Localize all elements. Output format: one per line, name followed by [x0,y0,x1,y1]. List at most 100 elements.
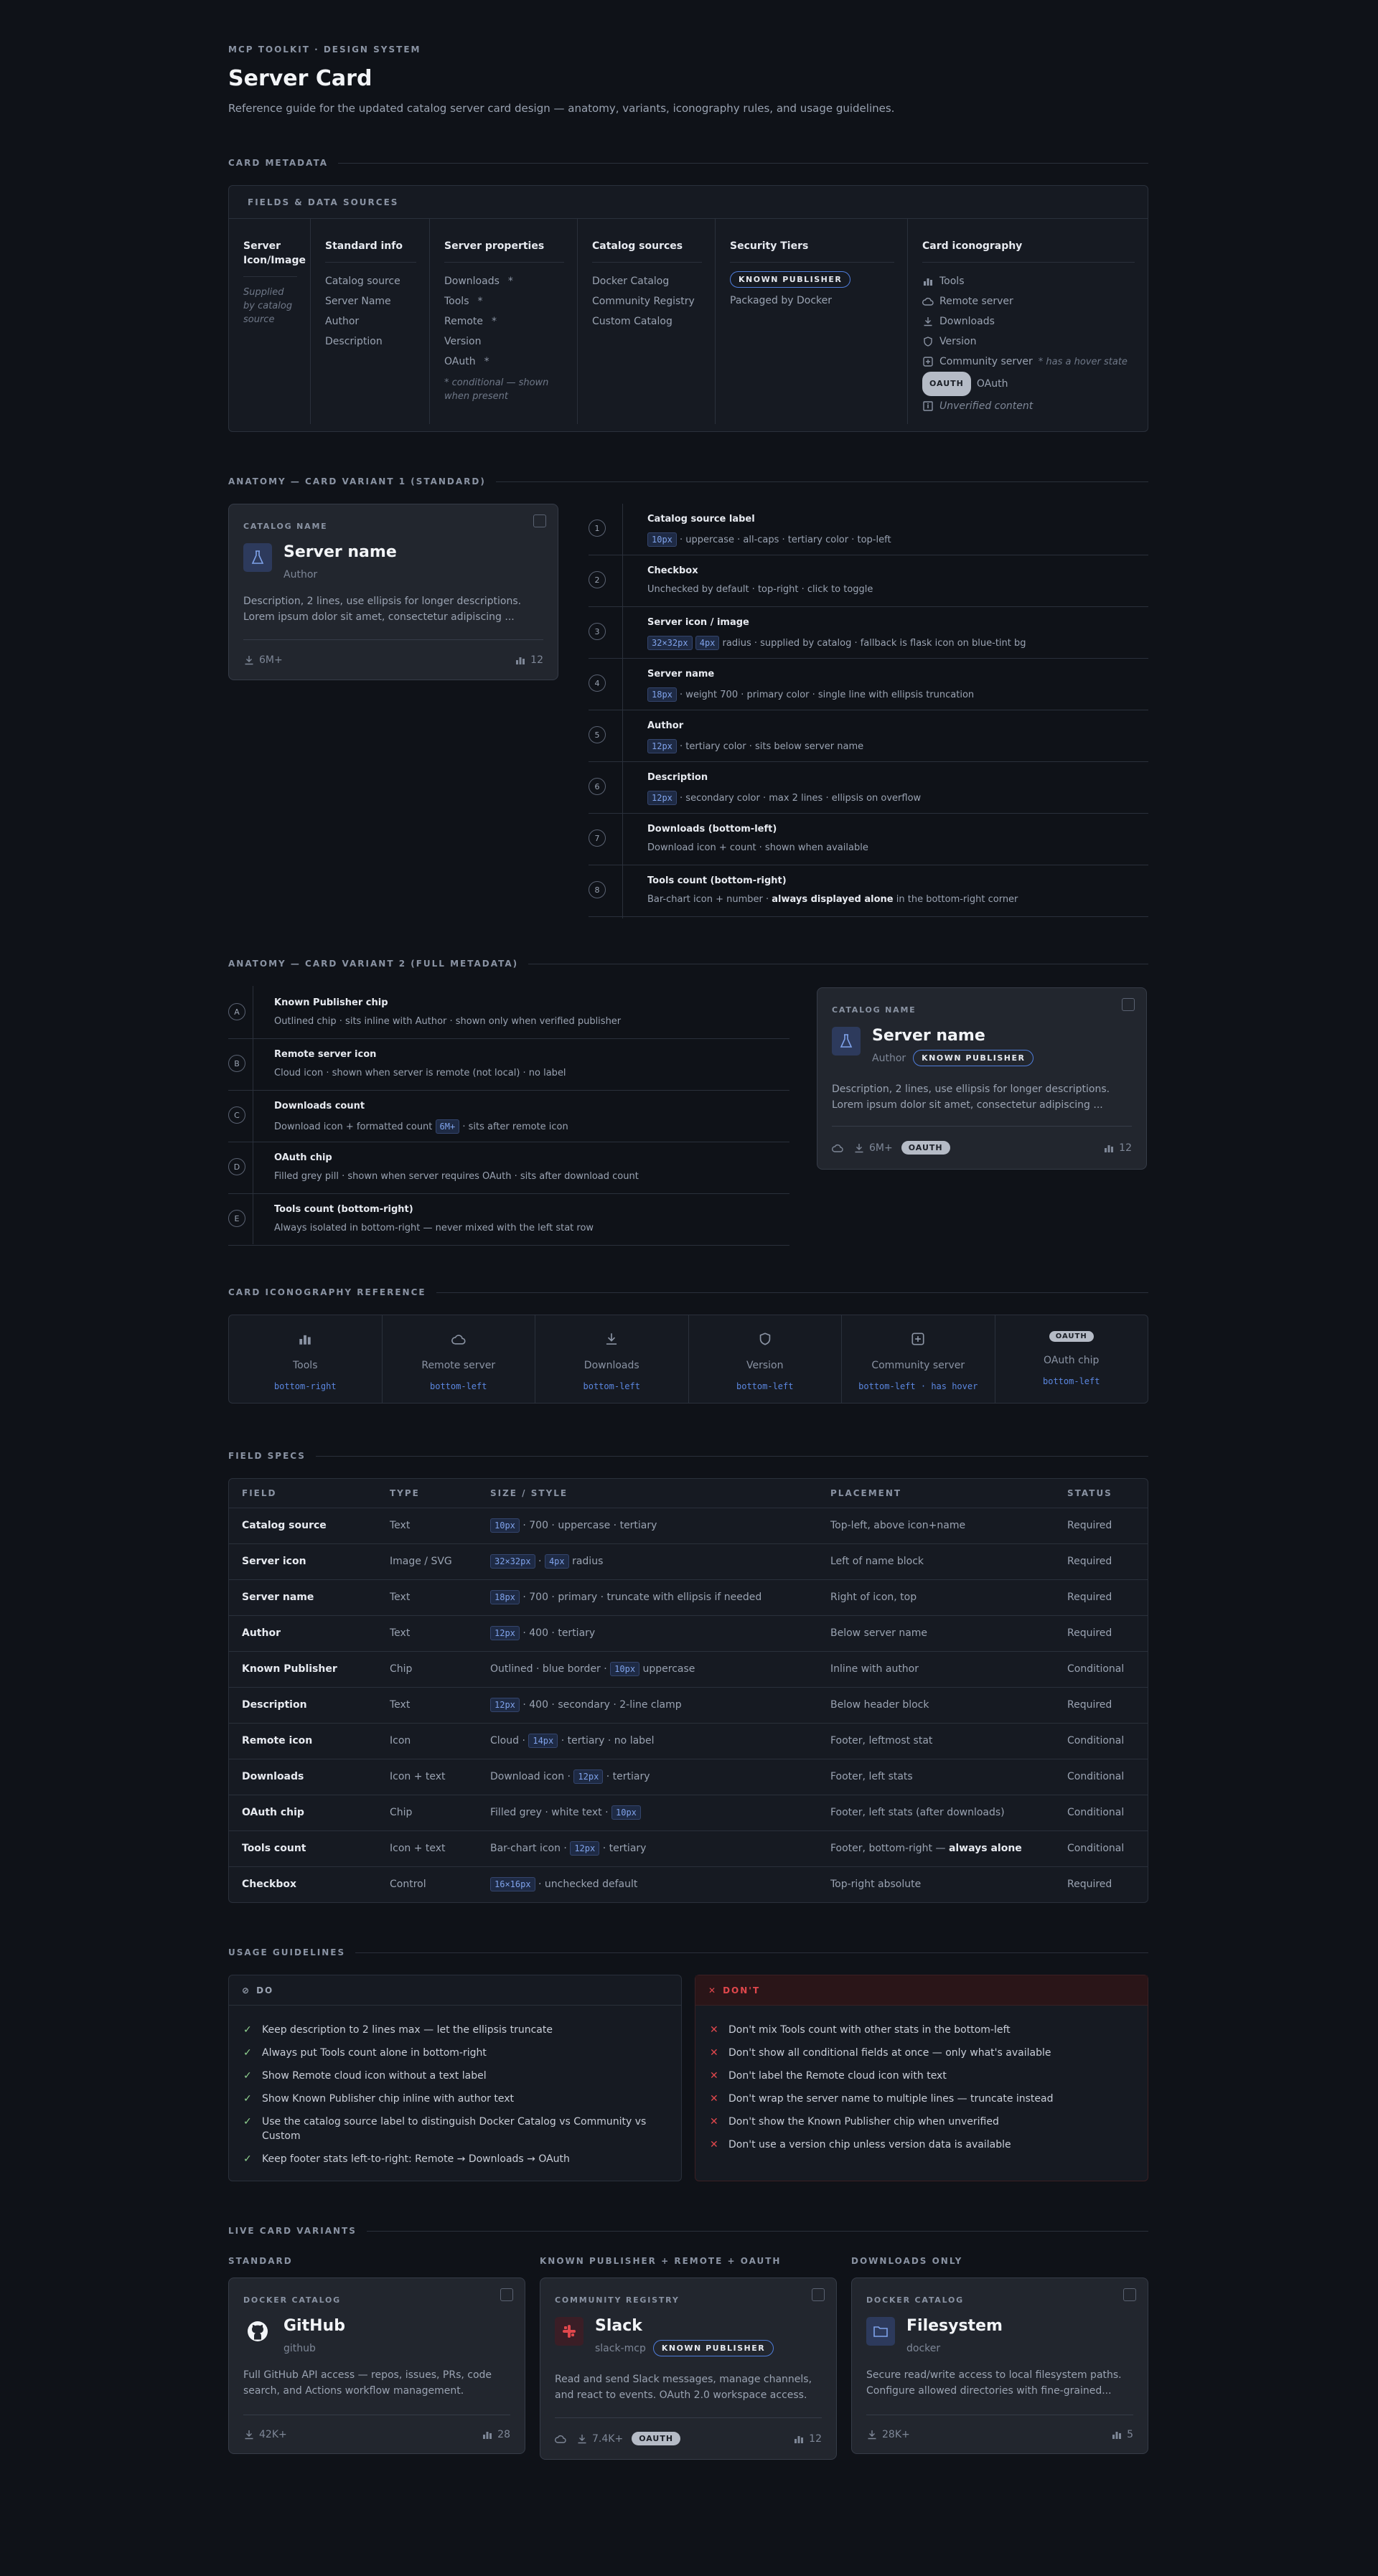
shield-icon [922,336,934,347]
anatomy-number: 1 [589,520,606,537]
oauth-chip: OAUTH [1049,1331,1094,1342]
server-card-full[interactable]: CATALOG NAME Server name Author KNOWN PUB… [817,987,1147,1170]
cell-type: Icon + text [377,1759,477,1795]
eyebrow: MCP TOOLKIT · DESIGN SYSTEM [228,44,421,55]
iconref-label: Remote server [421,1360,496,1371]
iconref-placement: bottom-left [430,1381,487,1391]
table-row: Description Text 12px · 400 · secondary · … [229,1687,1148,1724]
table-row: Tools count Icon + text Bar-chart icon · 1… [229,1830,1148,1867]
guideline-text: Show Remote cloud icon without a text la… [262,2070,487,2082]
card-checkbox[interactable] [1122,998,1135,1011]
col-catalog-sources: Catalog sources Docker Catalog Community… [578,219,716,424]
bar-chart-icon [482,2429,493,2440]
catalog-source-label: COMMUNITY REGISTRY [555,2295,680,2305]
col-card-iconography: Card iconography Tools Remote server Dow… [908,219,1148,424]
list-item: Docker Catalog [592,276,670,287]
bar-chart-icon [297,1331,313,1347]
list-item: Server Name [325,296,391,307]
size-code: 10px [611,1805,641,1820]
cell-status: Required [1054,1687,1148,1724]
anatomy-number: 2 [589,571,606,588]
downloads-count: 6M+ [869,1142,893,1154]
text: Always isolated in bottom-right — never … [274,1223,594,1233]
cell-status: Conditional [1054,1651,1148,1688]
x-icon: ✕ [710,2139,718,2150]
text: Filled grey pill · shown when server req… [274,1171,639,1182]
cell-type: Text [377,1508,477,1544]
flask-icon [832,1027,861,1056]
card-checkbox[interactable] [812,2288,825,2301]
guideline-text: Don't label the Remote cloud icon with t… [728,2070,947,2082]
cell-style: 16×16px · unchecked default [477,1866,817,1902]
anatomy-title: Description [647,772,708,783]
anatomy-desc: Download icon + formatted count 6M+ · si… [274,1119,568,1134]
info-box-icon [922,400,934,412]
anatomy-desc: Outlined chip · sits inline with Author … [274,1016,621,1027]
col-server-properties: Server properties Downloads * Tools * Remo… [430,219,578,424]
cell-field: Tools count [229,1830,377,1867]
section-variant2: ANATOMY — CARD VARIANT 2 (FULL METADATA) [228,959,1148,969]
size-code: 6M+ [435,1119,460,1134]
list-item: Catalog source [325,276,400,287]
tools-count: 12 [1119,1142,1132,1154]
table-row: OAuth chip Chip Filled grey · white text ·… [229,1795,1148,1831]
anatomy-number: 7 [589,829,606,847]
server-card-slack[interactable]: COMMUNITY REGISTRY Slack slack-mcp KNOWN … [540,2277,837,2460]
card-footer: 42K+ 28 [243,2415,510,2453]
x-icon: ✕ [710,2070,718,2082]
text: radius [572,1556,604,1567]
server-card-github[interactable]: DOCKER CATALOG GitHub github Full GitHub… [228,2277,525,2454]
do-panel: ⊘ DO ✓ Keep description to 2 lines max — l… [228,1975,682,2181]
page-subtitle: Reference guide for the updated catalog … [228,102,895,115]
guideline-item: ✕ Don't mix Tools count with other stats … [710,2023,1119,2037]
cell-style: Cloud · 14px · tertiary · no label [477,1723,817,1759]
cell-field: Checkbox [242,1879,297,1891]
col-header: PLACEMENT [817,1479,1054,1508]
anatomy-number: 8 [589,881,606,898]
col-header: SIZE / STYLE [477,1479,817,1508]
guideline-item: ✓ Show Remote cloud icon without a text l… [243,2069,652,2083]
guideline-text: Don't show all conditional fields at onc… [728,2047,1051,2059]
page-title: Server Card [228,66,372,91]
text: Below header block [830,1699,929,1711]
server-card-filesystem[interactable]: DOCKER CATALOG Filesystem docker Secure … [851,2277,1148,2454]
card-checkbox[interactable] [1123,2288,1136,2301]
card-footer: 7.4K+ OAUTH 12 [555,2417,822,2459]
text: radius · supplied by catalog · fallback … [722,638,1026,649]
cell-field: Remote icon [229,1723,377,1759]
download-icon [243,2429,255,2440]
text: · tertiary [602,1843,647,1854]
cell-type: Control [390,1879,426,1891]
anatomy-title: Checkbox [647,565,698,576]
server-card-standard[interactable]: CATALOG NAME Server name Author Descript… [228,504,558,680]
anatomy-desc: 10px · uppercase · all-caps · tertiary c… [647,532,891,547]
variant-label: STANDARD [228,2256,293,2266]
text: · sits after remote icon [462,1122,568,1132]
specs-table: FIELD TYPE SIZE / STYLE PLACEMENT STATUS… [229,1479,1148,1902]
col-title: Standard info [325,239,416,263]
known-publisher-chip: KNOWN PUBLISHER [913,1050,1034,1066]
cell-style: 12px · 400 · secondary · 2-line clamp [477,1687,817,1724]
text: Left of name block [830,1556,924,1567]
card-checkbox[interactable] [500,2288,513,2301]
section-live: LIVE CARD VARIANTS [228,2226,1148,2236]
cell-style: Outlined · blue border · 10px uppercase [477,1651,817,1688]
text: Download icon + count · shown when avail… [647,842,868,853]
anatomy-item: D OAuth chip Filled grey pill · shown when… [228,1142,789,1194]
anatomy-number: 4 [589,674,606,692]
text: · secondary color · max 2 lines · ellips… [680,793,922,804]
card-checkbox[interactable] [533,514,546,527]
cell-type: Text [377,1687,477,1724]
plus-square-icon [910,1331,926,1347]
text: · 400 · tertiary [522,1627,596,1639]
check-icon: ✓ [243,2153,252,2165]
anatomy-title: Downloads (bottom-left) [647,824,777,835]
tools-count: 5 [1127,2428,1133,2440]
download-icon [866,2429,878,2440]
list-item: Custom Catalog [592,316,672,327]
anatomy-item: 7 Downloads (bottom-left) Download icon + … [589,814,1148,865]
check-icon: ✓ [243,2047,252,2059]
anatomy-desc: 12px · secondary color · max 2 lines · e… [647,791,921,805]
anatomy-desc: Unchecked by default · top-right · click… [647,584,873,595]
text: Right of icon, top [830,1592,917,1603]
